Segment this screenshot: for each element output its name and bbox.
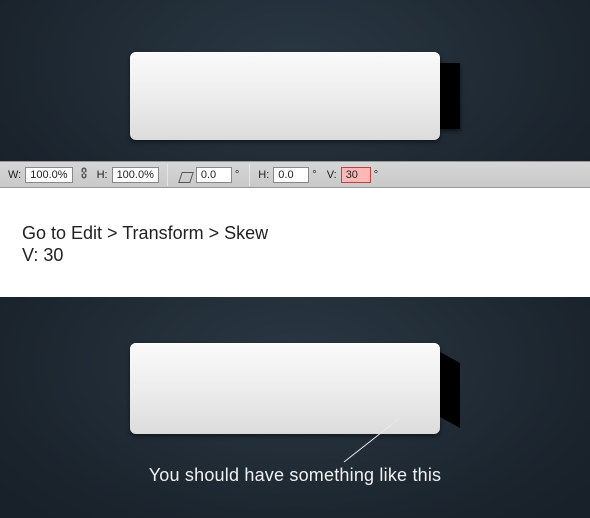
height-input[interactable]: 100.0% [112,167,159,183]
black-shape-before [440,63,460,129]
caption-text: You should have something like this [0,465,590,486]
skew-h-label: H: [258,169,273,181]
width-input[interactable]: 100.0% [25,167,72,183]
separator [249,164,250,186]
transform-options-bar: W: 100.0% H: 100.0% 0.0 ° H: 0.0 ° V: 30… [0,161,590,188]
width-label: W: [0,169,25,181]
rounded-card-bottom [130,343,440,434]
skew-v-label: V: [319,169,341,181]
skew-h-input[interactable]: 0.0 [273,167,309,183]
height-label: H: [95,169,112,181]
link-icon[interactable] [73,166,95,183]
rotate-icon [178,171,192,183]
instruction-line-1: Go to Edit > Transform > Skew [22,222,590,244]
degree-symbol: ° [232,169,241,181]
rotate-input[interactable]: 0.0 [196,167,232,183]
degree-symbol: ° [371,169,380,181]
black-shape-after [440,343,470,437]
separator [167,164,168,186]
instruction-block: Go to Edit > Transform > Skew V: 30 [0,188,590,297]
skew-v-input[interactable]: 30 [341,167,371,183]
instruction-line-2: V: 30 [22,244,590,266]
rounded-card-top [130,52,440,140]
preview-panel-top [0,0,590,161]
degree-symbol: ° [309,169,318,181]
